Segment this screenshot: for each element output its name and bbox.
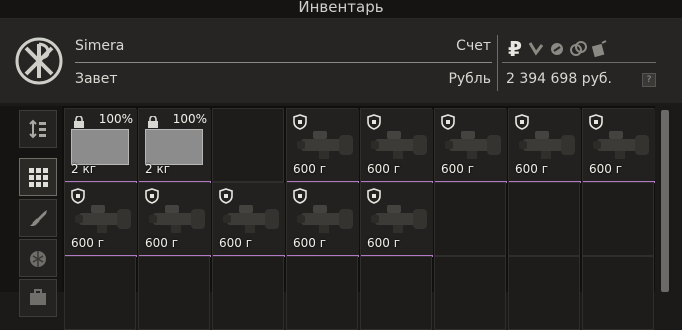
weapons-icon bbox=[30, 210, 47, 226]
bitcoin-icon[interactable] bbox=[569, 40, 587, 58]
inventory-slot[interactable]: 600 г bbox=[286, 182, 359, 257]
inventory-slot[interactable] bbox=[508, 256, 580, 330]
item-weight: 600 г bbox=[293, 236, 327, 250]
inventory-slot[interactable] bbox=[360, 256, 432, 330]
item-scope[interactable]: 600 г bbox=[65, 183, 137, 257]
shield-icon bbox=[367, 188, 381, 204]
inventory-slot[interactable] bbox=[286, 256, 358, 330]
inventory-slot[interactable] bbox=[508, 182, 580, 256]
inventory-slot[interactable] bbox=[212, 108, 284, 182]
dollar-icon[interactable] bbox=[527, 40, 545, 58]
item-scope[interactable]: 600 г bbox=[287, 183, 359, 257]
filter-all-button[interactable] bbox=[19, 158, 57, 196]
filter-sort-button[interactable] bbox=[19, 110, 57, 148]
ruble-icon[interactable]: ₽ bbox=[506, 39, 524, 59]
item-weight: 600 г bbox=[293, 162, 327, 176]
shield-icon bbox=[71, 188, 85, 204]
item-weight: 600 г bbox=[515, 162, 549, 176]
inventory-slot[interactable] bbox=[138, 256, 210, 330]
inventory-slot[interactable] bbox=[434, 182, 506, 256]
item-scope[interactable]: 600 г bbox=[361, 183, 433, 257]
inventory-slot[interactable]: 600 г bbox=[434, 108, 507, 183]
euro-icon[interactable] bbox=[548, 40, 566, 58]
inventory-slot[interactable]: 100% 2 кг bbox=[64, 108, 137, 183]
item-scope[interactable]: 600 г bbox=[435, 109, 507, 183]
faction-logo-icon bbox=[15, 37, 63, 85]
shield-icon bbox=[219, 188, 233, 204]
account-header: Simera Завет Счет Рубль ₽ 2 394 698 руб.… bbox=[0, 19, 682, 103]
sort-icon bbox=[29, 119, 46, 139]
shield-icon bbox=[515, 114, 529, 130]
scrollbar-thumb[interactable] bbox=[661, 110, 669, 292]
item-case[interactable]: 100% 2 кг bbox=[65, 109, 137, 183]
grenade-icon bbox=[30, 251, 46, 267]
shield-icon bbox=[293, 188, 307, 204]
item-weight: 2 кг bbox=[71, 162, 97, 176]
inventory-slot[interactable]: 600 г bbox=[508, 108, 581, 183]
filter-grenade-button[interactable] bbox=[19, 239, 57, 277]
gear-icon bbox=[30, 289, 46, 305]
shield-icon bbox=[589, 114, 603, 130]
inventory-slot[interactable]: 600 г bbox=[286, 108, 359, 183]
balance-value: 2 394 698 руб. bbox=[506, 71, 612, 87]
lock-icon bbox=[148, 116, 158, 128]
item-case[interactable]: 100% 2 кг bbox=[139, 109, 211, 183]
filter-sidebar bbox=[0, 106, 62, 317]
gp-icon[interactable] bbox=[590, 40, 608, 58]
inventory-slot[interactable] bbox=[434, 256, 506, 330]
currency-label: Рубль bbox=[448, 71, 491, 87]
item-weight: 600 г bbox=[367, 162, 401, 176]
durability-percent: 100% bbox=[98, 112, 133, 126]
inventory-slot[interactable]: 600 г bbox=[64, 182, 137, 257]
case-image bbox=[145, 129, 203, 165]
item-weight: 600 г bbox=[367, 236, 401, 250]
shield-icon bbox=[441, 114, 455, 130]
account-label: Счет bbox=[456, 38, 491, 54]
inventory-slot[interactable]: 600 г bbox=[360, 108, 433, 183]
inventory-slot[interactable] bbox=[212, 256, 284, 330]
item-scope[interactable]: 600 г bbox=[583, 109, 655, 183]
currency-selector: ₽ bbox=[506, 38, 608, 60]
filter-weapons-button[interactable] bbox=[19, 199, 57, 237]
faction-name: Завет bbox=[75, 71, 118, 87]
item-scope[interactable]: 600 г bbox=[287, 109, 359, 183]
item-scope[interactable]: 600 г bbox=[509, 109, 581, 183]
inventory-slot[interactable]: 600 г bbox=[138, 182, 211, 257]
currency-divider bbox=[502, 62, 656, 63]
inventory-slot[interactable] bbox=[64, 256, 136, 330]
inventory-slot[interactable] bbox=[582, 182, 654, 256]
inventory-slot[interactable]: 600 г bbox=[582, 108, 655, 183]
shield-icon bbox=[145, 188, 159, 204]
lock-icon bbox=[74, 116, 84, 128]
item-weight: 600 г bbox=[219, 236, 253, 250]
window-title: Инвентарь bbox=[0, 0, 682, 19]
case-image bbox=[71, 129, 129, 165]
inventory-slot[interactable]: 600 г bbox=[360, 182, 433, 257]
item-weight: 600 г bbox=[441, 162, 475, 176]
header-separator bbox=[497, 35, 498, 91]
filter-gear-button[interactable] bbox=[19, 279, 57, 317]
inventory-slot[interactable]: 600 г bbox=[212, 182, 285, 257]
item-scope[interactable]: 600 г bbox=[139, 183, 211, 257]
inventory-slot[interactable] bbox=[582, 256, 654, 330]
all-items-icon bbox=[29, 168, 48, 187]
shield-icon bbox=[367, 114, 381, 130]
item-weight: 2 кг bbox=[145, 162, 171, 176]
item-weight: 600 г bbox=[589, 162, 623, 176]
item-weight: 600 г bbox=[145, 236, 179, 250]
durability-percent: 100% bbox=[172, 112, 207, 126]
item-weight: 600 г bbox=[71, 236, 105, 250]
player-name: Simera bbox=[75, 38, 125, 54]
help-button[interactable]: ? bbox=[642, 73, 656, 87]
item-scope[interactable]: 600 г bbox=[361, 109, 433, 183]
inventory-slot[interactable]: 100% 2 кг bbox=[138, 108, 211, 183]
header-divider bbox=[75, 62, 492, 63]
item-scope[interactable]: 600 г bbox=[213, 183, 285, 257]
inventory-grid: 100% 2 кг 100% 2 кг 600 г 600 г 600 г 600 г 600 … bbox=[62, 106, 655, 330]
shield-icon bbox=[293, 114, 307, 130]
